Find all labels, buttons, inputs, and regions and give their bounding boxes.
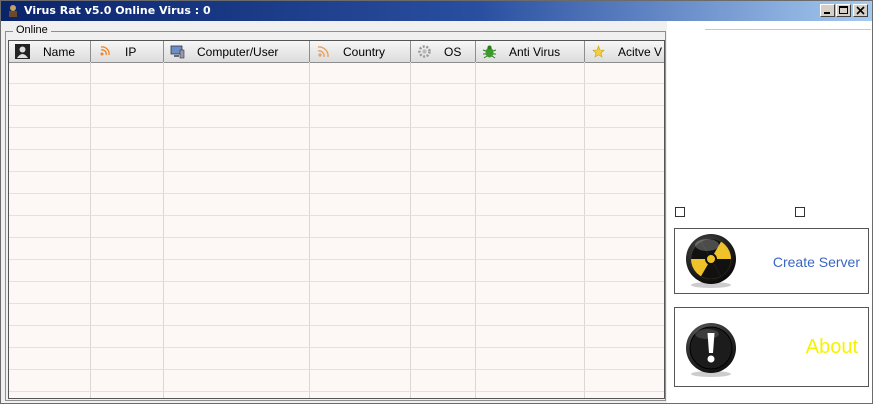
column-anti-virus[interactable]: Anti Virus	[476, 41, 585, 62]
wifi-icon	[317, 46, 329, 58]
close-icon	[856, 6, 865, 15]
online-panel: Online Name IP Computer/User Country OS …	[1, 21, 667, 403]
table-row[interactable]	[9, 260, 664, 282]
table-row[interactable]	[9, 128, 664, 150]
column-label: Acitve V	[618, 45, 663, 59]
table-row[interactable]	[9, 282, 664, 304]
table-row[interactable]	[9, 172, 664, 194]
table-row[interactable]	[9, 238, 664, 260]
side-panel: Create Server About	[667, 21, 872, 403]
table-header: Name IP Computer/User Country OS Anti Vi…	[9, 41, 664, 63]
table-row[interactable]	[9, 194, 664, 216]
maximize-button[interactable]	[836, 4, 851, 17]
column-label: Name	[43, 45, 76, 59]
column-ip[interactable]: IP	[91, 41, 164, 62]
gear-icon	[418, 45, 431, 58]
column-os[interactable]: OS	[411, 41, 476, 62]
table-row[interactable]	[9, 106, 664, 128]
table-row[interactable]	[9, 62, 664, 84]
rss-icon	[100, 46, 110, 56]
table-body[interactable]	[9, 62, 664, 398]
clients-table[interactable]: Name IP Computer/User Country OS Anti Vi…	[8, 40, 665, 399]
table-row[interactable]	[9, 304, 664, 326]
divider	[705, 29, 871, 30]
column-label: Computer/User	[197, 45, 279, 59]
star-icon	[592, 45, 605, 58]
create-server-button[interactable]: Create Server	[674, 228, 869, 294]
about-label: About	[805, 336, 858, 358]
maximize-icon	[839, 6, 848, 14]
table-row[interactable]	[9, 348, 664, 370]
close-button[interactable]	[853, 4, 868, 17]
column-label: IP	[125, 45, 137, 59]
option-checkbox-2[interactable]	[795, 207, 805, 217]
column-label: Country	[343, 45, 386, 59]
column-name[interactable]: Name	[9, 41, 91, 62]
table-row[interactable]	[9, 370, 664, 392]
client-area: Online Name IP Computer/User Country OS …	[1, 21, 872, 403]
column-label: Anti Virus	[509, 45, 561, 59]
user-icon	[15, 44, 30, 59]
table-row[interactable]	[9, 326, 664, 348]
minimize-button[interactable]	[820, 4, 835, 17]
computer-icon	[170, 45, 185, 59]
column-active-window[interactable]: Acitve V	[585, 41, 664, 62]
table-row[interactable]	[9, 216, 664, 238]
create-server-label: Create Server	[772, 254, 860, 270]
table-row[interactable]	[9, 392, 664, 398]
column-country[interactable]: Country	[310, 41, 411, 62]
table-row[interactable]	[9, 150, 664, 172]
exclamation-icon	[686, 323, 736, 377]
online-group-label: Online	[13, 24, 51, 37]
minimize-icon	[824, 12, 830, 14]
bug-icon	[482, 45, 497, 59]
about-button[interactable]: About	[674, 307, 869, 387]
title-bar[interactable]: Virus Rat v5.0 Online Virus : 0	[1, 1, 872, 21]
window-title: Virus Rat v5.0 Online Virus : 0	[24, 4, 211, 17]
main-window: Virus Rat v5.0 Online Virus : 0 Online N…	[0, 0, 873, 404]
radiation-icon	[686, 234, 736, 288]
app-icon	[9, 5, 17, 17]
option-checkbox-1[interactable]	[675, 207, 685, 217]
column-label: OS	[444, 45, 462, 59]
column-computer-user[interactable]: Computer/User	[164, 41, 310, 62]
table-row[interactable]	[9, 84, 664, 106]
